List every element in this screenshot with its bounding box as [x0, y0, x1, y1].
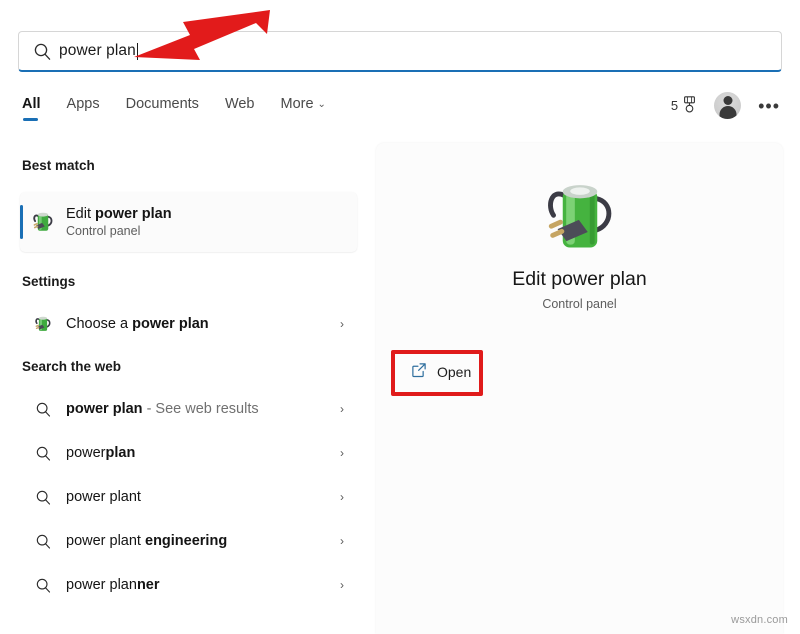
tab-apps[interactable]: Apps [67, 92, 100, 112]
search-icon [20, 445, 66, 462]
best-match-item[interactable]: Edit power plan Control panel [20, 192, 357, 252]
chevron-right-icon: › [340, 446, 344, 460]
filter-tabs: All Apps Documents Web More ⌄ [22, 92, 326, 121]
web-result-item[interactable]: power plant › [20, 476, 357, 518]
web-result-prefix: power [66, 445, 106, 461]
tab-more-label: More [280, 96, 314, 112]
results-column: Best match Edit power plan Control panel… [0, 140, 375, 634]
tab-documents-label: Documents [125, 96, 199, 112]
power-plan-battery-icon [20, 208, 66, 236]
watermark: wsxdn.com [731, 614, 788, 626]
web-result-label: powerplan [66, 445, 327, 461]
preview-panel: Edit power plan Control panel Open [376, 143, 783, 634]
web-result-label: power plan - See web results [66, 401, 327, 417]
web-result-item[interactable]: power plant engineering › [20, 520, 357, 562]
chevron-right-icon: › [340, 578, 344, 592]
chevron-right-icon: › [340, 490, 344, 504]
settings-header: Settings [22, 274, 76, 289]
search-icon [25, 42, 59, 61]
tab-web-label: Web [224, 96, 255, 112]
web-result-prefix: power plan [66, 577, 137, 593]
settings-item-prefix: Choose a [66, 316, 133, 332]
web-result-bold: engineering [145, 533, 228, 549]
search-box[interactable]: power plan [18, 31, 782, 72]
search-icon [20, 533, 66, 550]
best-match-title: Edit power plan [66, 205, 172, 223]
open-button-label: Open [437, 364, 472, 380]
web-result-prefix: power plant [66, 533, 145, 549]
settings-item-label: Choose a power plan [66, 316, 327, 332]
web-result-item[interactable]: powerplan › [20, 432, 357, 474]
preview-subtitle: Control panel [542, 297, 617, 311]
more-options-icon[interactable]: ••• [758, 97, 780, 115]
web-result-bold: plan [105, 445, 136, 461]
tabbar-actions: 5 ••• [671, 92, 780, 119]
best-match-header: Best match [22, 158, 95, 173]
web-result-item[interactable]: power plan - See web results › [20, 388, 357, 430]
web-result-bold: ner [136, 577, 160, 593]
text-caret [136, 42, 138, 60]
filter-tabbar: All Apps Documents Web More ⌄ 5 ••• [0, 92, 800, 136]
power-plan-battery-icon [20, 313, 66, 335]
search-web-header: Search the web [22, 359, 122, 374]
rewards-button[interactable]: 5 [670, 95, 697, 116]
best-match-text: Edit power plan Control panel [66, 205, 172, 240]
chevron-down-icon: ⌄ [317, 99, 326, 110]
best-match-subtitle: Control panel [66, 223, 141, 238]
search-icon [20, 489, 66, 506]
external-link-icon [410, 361, 428, 384]
tab-apps-label: Apps [66, 96, 100, 112]
open-button[interactable]: Open [402, 355, 490, 389]
chevron-right-icon: › [340, 402, 344, 416]
preview-title: Edit power plan [512, 268, 647, 290]
avatar-body [719, 106, 737, 119]
web-result-item[interactable]: power planner › [20, 564, 357, 606]
avatar[interactable] [714, 92, 742, 119]
rewards-medal-icon [682, 95, 697, 116]
web-result-label: power plant [66, 489, 327, 505]
web-result-suffix: - See web results [142, 401, 259, 417]
settings-item-choose-power-plan[interactable]: Choose a power plan › [20, 303, 357, 345]
web-result-label: power plant engineering [66, 533, 327, 549]
tab-documents[interactable]: Documents [126, 92, 199, 112]
best-match-title-bold: power plan [95, 205, 172, 222]
web-result-label: power planner [66, 577, 327, 593]
tab-all-label: All [22, 96, 41, 112]
power-plan-battery-icon [376, 171, 783, 263]
avatar-head [723, 96, 733, 105]
chevron-right-icon: › [340, 534, 344, 548]
tab-more[interactable]: More ⌄ [281, 92, 326, 112]
web-result-prefix: power plant [66, 489, 141, 505]
search-input-value[interactable]: power plan [59, 42, 136, 60]
web-result-bold: power plan [66, 401, 143, 417]
tab-all[interactable]: All [22, 92, 41, 121]
search-icon [20, 577, 66, 594]
rewards-count: 5 [670, 98, 679, 113]
settings-item-bold: power plan [132, 316, 209, 332]
search-icon [20, 401, 66, 418]
best-match-title-prefix: Edit [66, 205, 96, 222]
tab-web[interactable]: Web [225, 92, 255, 112]
chevron-right-icon: › [340, 317, 344, 331]
